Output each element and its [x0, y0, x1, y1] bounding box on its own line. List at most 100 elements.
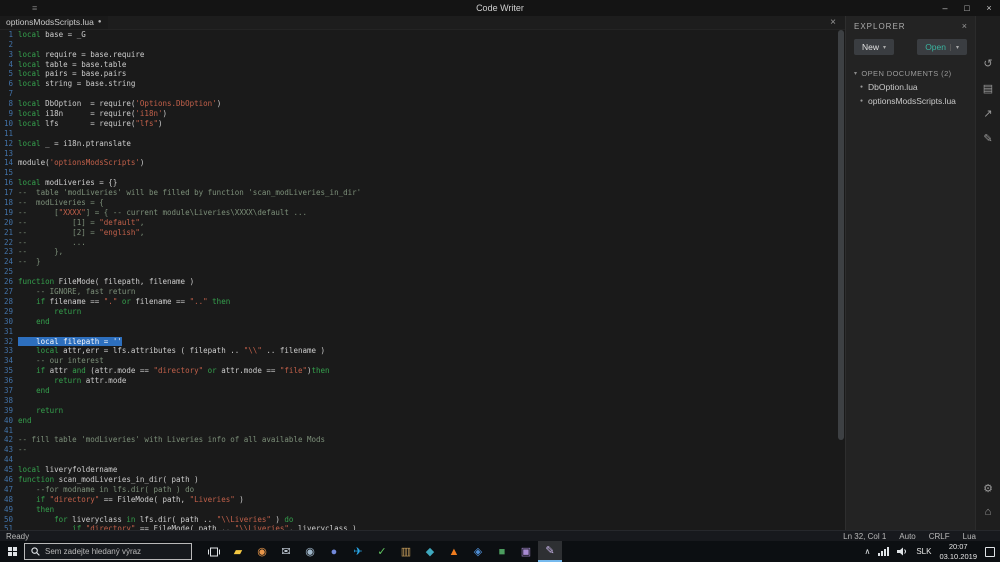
- code-line[interactable]: 46 function scan_modLiveries_in_dir( path…: [0, 475, 845, 485]
- maximize-button[interactable]: □: [956, 0, 978, 16]
- code-line[interactable]: 45 local liveryfoldername: [0, 465, 845, 475]
- open-document-item[interactable]: ● DbOption.lua: [846, 80, 975, 94]
- code-line[interactable]: 25: [0, 267, 845, 277]
- taskbar-icon-telegram[interactable]: ✈: [346, 541, 370, 562]
- code-line[interactable]: 6 local string = base.string: [0, 79, 845, 89]
- taskbar-search[interactable]: Sem zadejte hledaný výraz: [24, 543, 192, 560]
- taskbar-clock[interactable]: 20:07 03.10.2019: [939, 542, 977, 562]
- code-editor[interactable]: 1 local base = _G 2 3 local require = base.r…: [0, 29, 845, 530]
- code-line[interactable]: 32 local filepath = '': [0, 336, 845, 347]
- code-line[interactable]: 15: [0, 168, 845, 178]
- code-line[interactable]: 26 function FileMode( filepath, filename …: [0, 277, 845, 287]
- code-line[interactable]: 38: [0, 396, 845, 406]
- code-line[interactable]: 28 if filename == "." or filename == "..…: [0, 297, 845, 307]
- tab-optionsmodsscripts[interactable]: optionsModsScripts.lua ●: [0, 16, 108, 29]
- undo-icon[interactable]: ↺: [983, 58, 993, 70]
- taskbar-icon-messenger[interactable]: ●: [322, 541, 346, 562]
- taskbar-icon-wallet[interactable]: ▥: [394, 541, 418, 562]
- code-line[interactable]: 13: [0, 149, 845, 159]
- code-line[interactable]: 14 module('optionsModsScripts'): [0, 158, 845, 168]
- code-line[interactable]: 8 local DbOption = require('Options.DbOpt…: [0, 99, 845, 109]
- code-line[interactable]: 40 end: [0, 416, 845, 426]
- taskbar-icon-file-explorer[interactable]: ▰: [226, 541, 250, 562]
- taskbar-icon-defender[interactable]: ◈: [466, 541, 490, 562]
- share-icon[interactable]: ↗: [983, 108, 993, 120]
- taskbar-icon-dev-tool[interactable]: ◆: [418, 541, 442, 562]
- code-line[interactable]: 47 --for modname in lfs.dir( path ) do: [0, 485, 845, 495]
- open-button[interactable]: Open ▾: [917, 39, 967, 55]
- edit-icon[interactable]: ✎: [983, 133, 993, 145]
- network-icon[interactable]: [878, 547, 890, 556]
- volume-icon[interactable]: [897, 547, 908, 556]
- clipboard-icon[interactable]: ▤: [983, 83, 993, 95]
- code-line[interactable]: 42 -- fill table 'modLiveries' with Liver…: [0, 435, 845, 445]
- taskbar-icon-green-app[interactable]: ■: [490, 541, 514, 562]
- taskbar-icon-docs-app[interactable]: ▣: [514, 541, 538, 562]
- code-line[interactable]: 12 local _ = i18n.ptranslate: [0, 139, 845, 149]
- open-document-item[interactable]: ● optionsModsScripts.lua: [846, 94, 975, 108]
- code-line[interactable]: 1 local base = _G: [0, 30, 845, 40]
- status-line-col[interactable]: Ln 32, Col 1: [843, 532, 886, 541]
- editor-scrollbar[interactable]: [838, 29, 844, 530]
- code-line[interactable]: 49 then: [0, 505, 845, 515]
- code-line[interactable]: 24 -- }: [0, 257, 845, 267]
- code-line[interactable]: 35 if attr and (attr.mode == "directory"…: [0, 366, 845, 376]
- action-center-icon[interactable]: [985, 546, 995, 557]
- code-line[interactable]: 30 end: [0, 317, 845, 327]
- taskbar-icon-code-writer[interactable]: ✎: [538, 541, 562, 562]
- taskbar-icon-chrome[interactable]: ◉: [250, 541, 274, 562]
- new-button[interactable]: New ▾: [854, 39, 895, 55]
- tab-close-icon[interactable]: ×: [830, 17, 836, 28]
- code-line[interactable]: 4 local table = base.table: [0, 60, 845, 70]
- code-line[interactable]: 20 -- [1] = "default",: [0, 218, 845, 228]
- status-eol[interactable]: CRLF: [929, 532, 950, 541]
- code-line[interactable]: 7: [0, 89, 845, 99]
- minimize-button[interactable]: –: [934, 0, 956, 16]
- code-line[interactable]: 50 for liveryclass in lfs.dir( path .. "…: [0, 515, 845, 525]
- code-line[interactable]: 31: [0, 327, 845, 337]
- status-language[interactable]: Lua: [963, 532, 976, 541]
- code-line[interactable]: 44: [0, 455, 845, 465]
- start-button[interactable]: [0, 541, 24, 562]
- settings-icon[interactable]: ⚙: [983, 483, 993, 495]
- close-button[interactable]: ×: [978, 0, 1000, 16]
- taskbar-icon-vlc[interactable]: ▲: [442, 541, 466, 562]
- taskbar-icon-steam[interactable]: ◉: [298, 541, 322, 562]
- line-number: 23: [3, 247, 13, 257]
- code-line[interactable]: 27 -- IGNORE, fast return: [0, 287, 845, 297]
- code-line[interactable]: 18 -- modLiveries = {: [0, 198, 845, 208]
- task-view-button[interactable]: [202, 541, 226, 562]
- code-line[interactable]: 10 local lfs = require("lfs"): [0, 119, 845, 129]
- code-line[interactable]: 29 return: [0, 307, 845, 317]
- code-line[interactable]: 19 -- ["XXXX"] = { -- current module\Live…: [0, 208, 845, 218]
- code-line[interactable]: 2: [0, 40, 845, 50]
- explorer-close-icon[interactable]: ×: [962, 21, 967, 31]
- code-line[interactable]: 17 -- table 'modLiveries' will be filled …: [0, 188, 845, 198]
- code-line[interactable]: 9 local i18n = require('i18n'): [0, 109, 845, 119]
- keyboard-language[interactable]: SLK: [916, 547, 931, 556]
- code-line[interactable]: 36 return attr.mode: [0, 376, 845, 386]
- code-line[interactable]: 16 local modLiveries = {}: [0, 178, 845, 188]
- status-encoding[interactable]: Auto: [899, 532, 915, 541]
- code-line[interactable]: 21 -- [2] = "english",: [0, 228, 845, 238]
- code-line[interactable]: 23 -- },: [0, 247, 845, 257]
- code-line[interactable]: 39 return: [0, 406, 845, 416]
- code-line[interactable]: 48 if "directory" == FileMode( path, "Li…: [0, 495, 845, 505]
- home-icon[interactable]: ⌂: [983, 506, 993, 518]
- window-titlebar[interactable]: ≡ Code Writer – □ ×: [0, 0, 1000, 16]
- open-documents-section[interactable]: ▾ OPEN DOCUMENTS (2): [846, 67, 975, 80]
- code-line[interactable]: 41: [0, 426, 845, 436]
- code-line[interactable]: 33 local attr,err = lfs.attributes ( fil…: [0, 346, 845, 356]
- code-line[interactable]: 43 --: [0, 445, 845, 455]
- code-line[interactable]: 5 local pairs = base.pairs: [0, 69, 845, 79]
- code-line[interactable]: 34 -- our interest: [0, 356, 845, 366]
- code-line[interactable]: 3 local require = base.require: [0, 50, 845, 60]
- code-line[interactable]: 51 if "directory" == FileMode( path .. "…: [0, 524, 845, 530]
- scrollbar-thumb[interactable]: [838, 29, 844, 440]
- taskbar-icon-tortoise-svn[interactable]: ✓: [370, 541, 394, 562]
- code-line[interactable]: 37 end: [0, 386, 845, 396]
- code-line[interactable]: 22 -- ...: [0, 238, 845, 248]
- tray-chevron-icon[interactable]: ∧: [864, 547, 870, 556]
- taskbar-icon-mail[interactable]: ✉: [274, 541, 298, 562]
- code-line[interactable]: 11: [0, 129, 845, 139]
